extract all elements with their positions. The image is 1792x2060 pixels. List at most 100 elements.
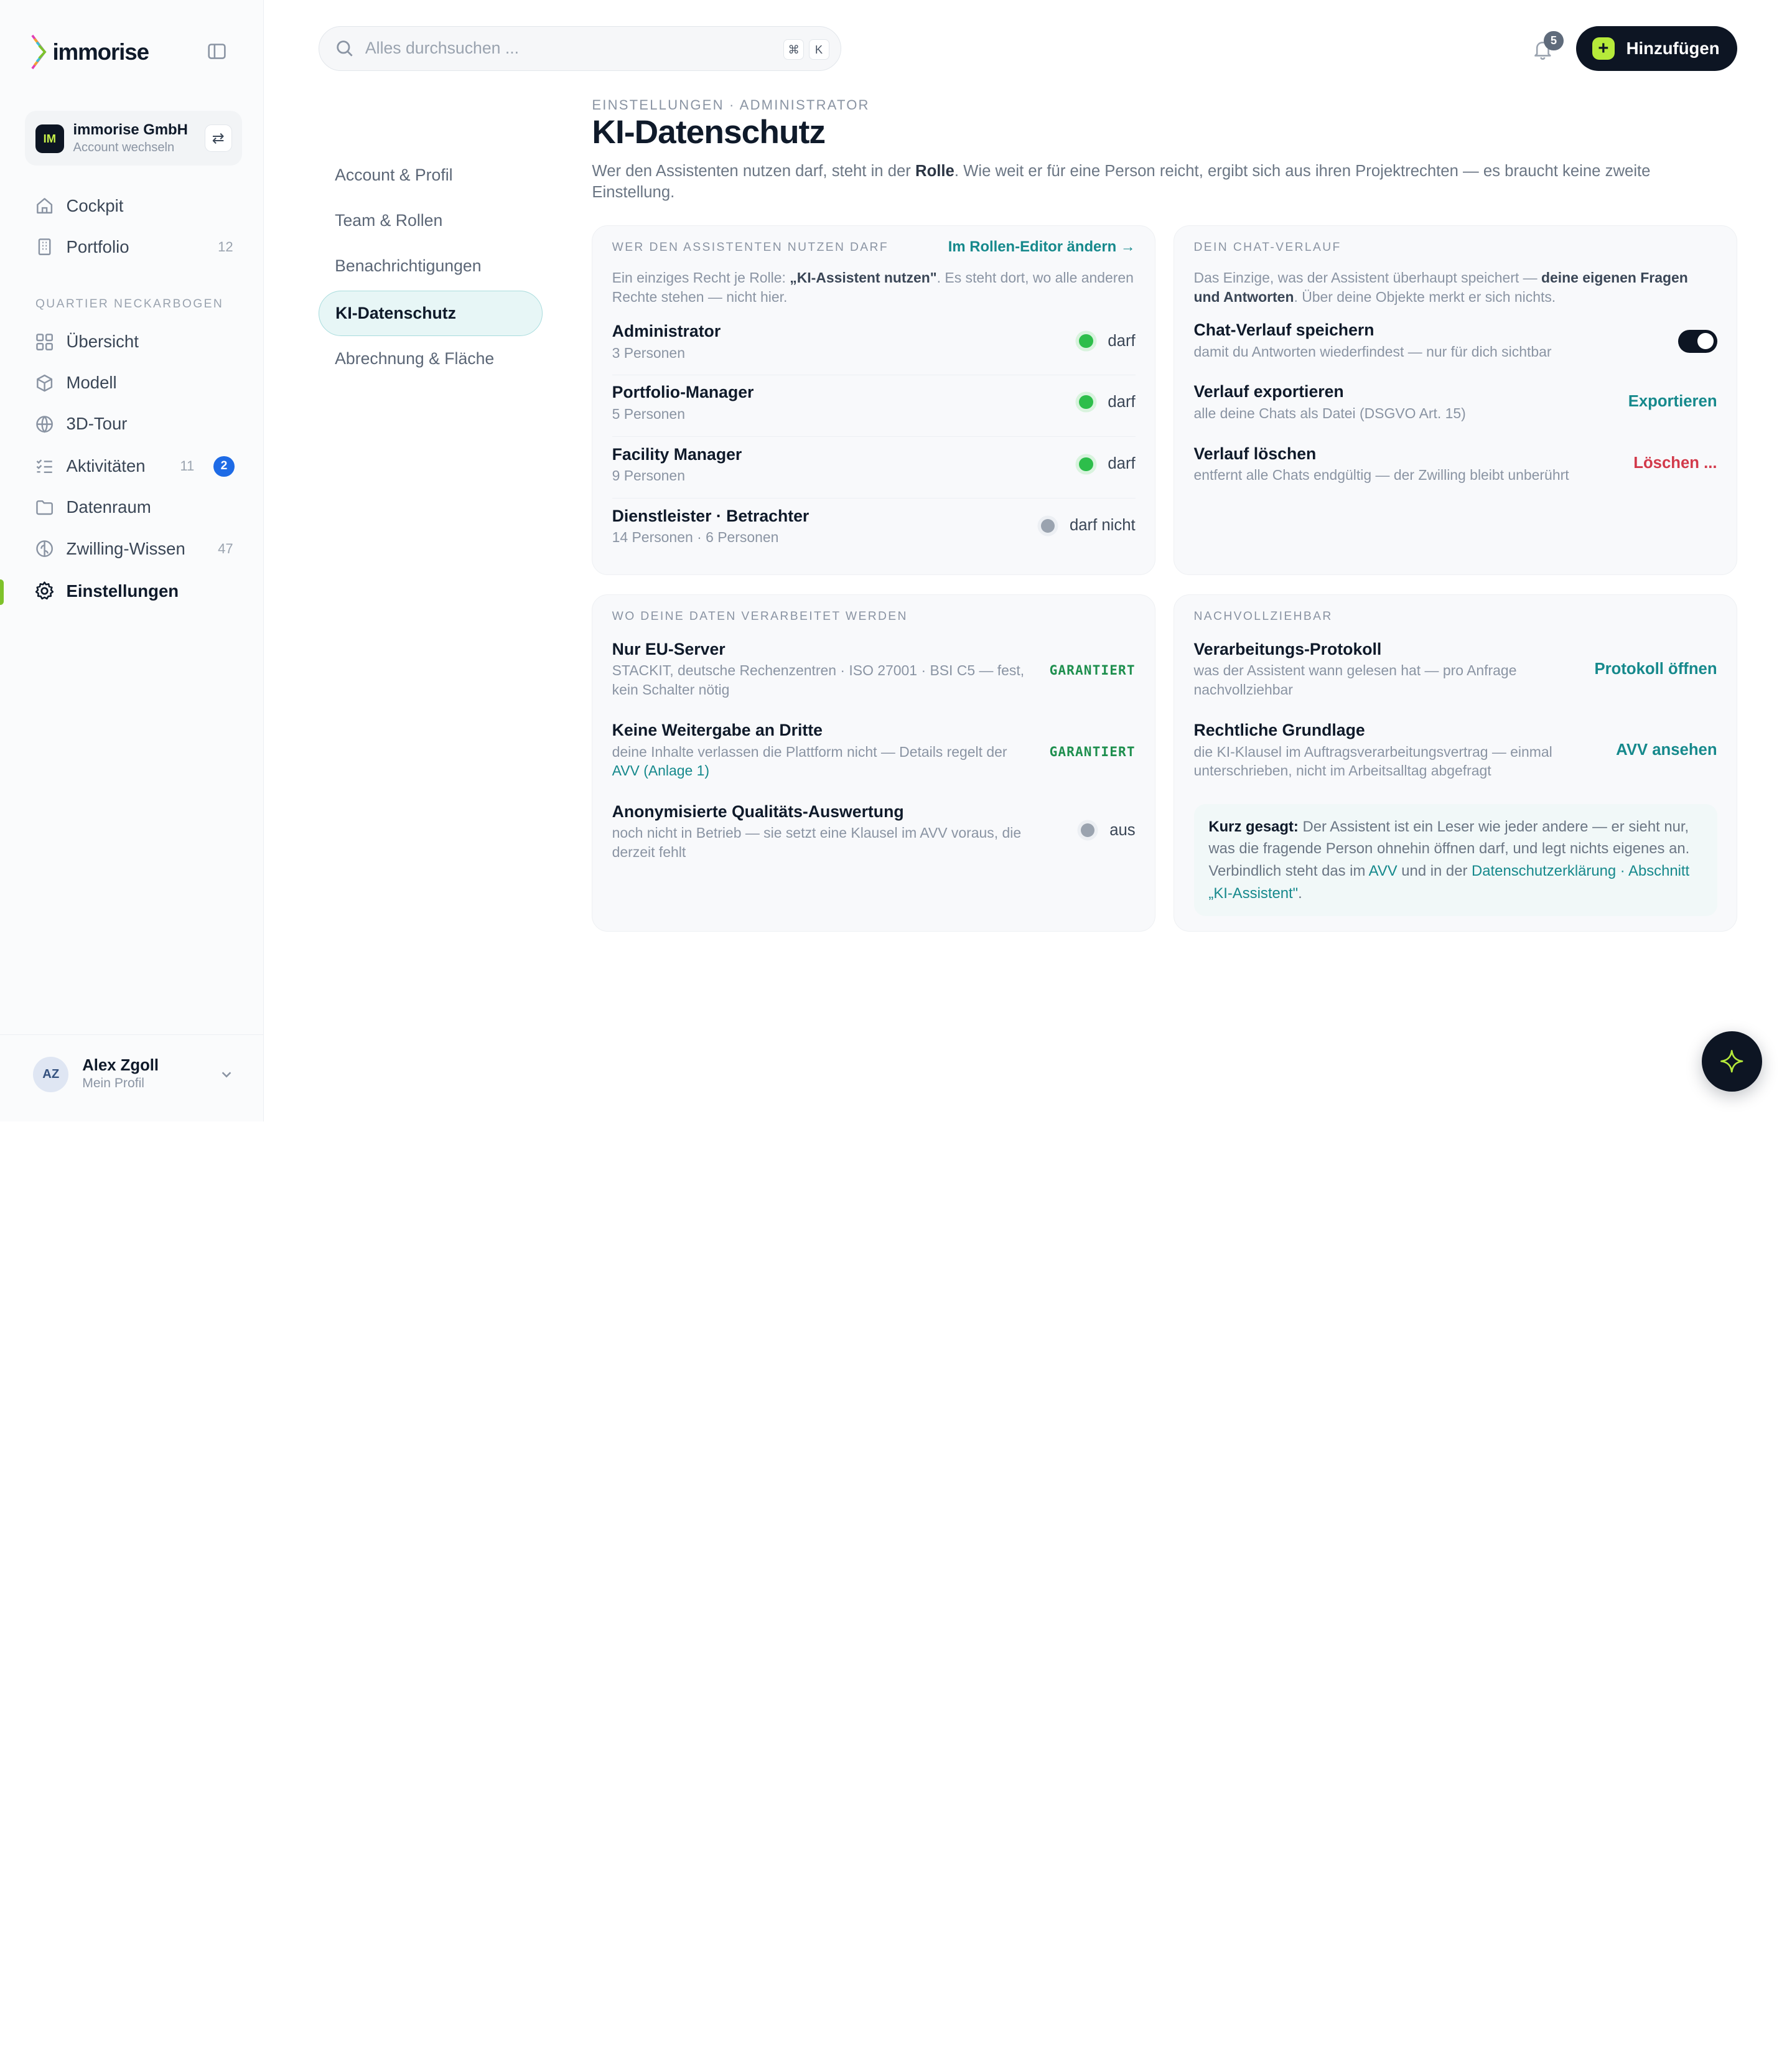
history-row: Verlauf löschen entfernt alle Chats endg… xyxy=(1194,444,1717,485)
nav-item-modell[interactable]: Modell xyxy=(25,367,242,399)
swap-icon[interactable]: ⇄ xyxy=(204,124,232,152)
export-button[interactable]: Exportieren xyxy=(1628,393,1717,411)
status-dot-icon xyxy=(1041,518,1055,533)
sidebar: immorise IM immorise GmbH Account wechse… xyxy=(0,0,264,1121)
chevron-down-icon[interactable] xyxy=(220,1067,233,1081)
card-label: NACHVOLLZIEHBAR xyxy=(1193,609,1333,623)
nav-item-einstellungen[interactable]: Einstellungen xyxy=(25,575,242,607)
avv-link[interactable]: AVV xyxy=(1369,863,1398,879)
ai-assistant-button[interactable] xyxy=(1701,1031,1763,1092)
account-name: immorise GmbH xyxy=(73,121,188,138)
account-switcher[interactable]: IM immorise GmbH Account wechseln ⇄ xyxy=(25,111,243,166)
row-title: Anonymisierte Qualitäts-Auswertung xyxy=(612,802,904,821)
status-badge: darf xyxy=(1079,332,1136,350)
status-badge: darf xyxy=(1079,455,1136,473)
nav-label: 3D-Tour xyxy=(66,414,128,434)
row-subtitle: damit du Antworten wiederfindest — nur f… xyxy=(1193,343,1552,360)
avatar: AZ xyxy=(33,1057,69,1093)
search-input[interactable]: Alles durchsuchen ... ⌘ K xyxy=(319,26,841,71)
row-subtitle: die KI-Klausel im Auftragsverarbeitungsv… xyxy=(1193,743,1552,779)
status-badge: aus xyxy=(1081,821,1136,840)
open-protocol-button[interactable]: Protokoll öffnen xyxy=(1595,660,1717,678)
subnav-account-profil[interactable]: Account & Profil xyxy=(319,152,543,197)
intro-text: Ein einziges Recht je Rolle: xyxy=(612,269,790,286)
sparkle-icon xyxy=(1720,1050,1743,1073)
brain-icon xyxy=(34,538,55,559)
logo-text: immorise xyxy=(52,39,149,65)
avv-annex-link[interactable]: AVV (Anlage 1) xyxy=(612,762,709,779)
page-description: Wer den Assistenten nutzen darf, steht i… xyxy=(592,161,1723,204)
grid-icon xyxy=(34,332,55,352)
status-text: aus xyxy=(1109,821,1136,839)
logo[interactable]: immorise xyxy=(30,34,149,70)
card-assistant-users: WER DEN ASSISTENTEN NUTZEN DARF Im Rolle… xyxy=(592,225,1155,575)
subnav-abrechnung-flaeche[interactable]: Abrechnung & Fläche xyxy=(319,336,543,382)
row-title: Rechtliche Grundlage xyxy=(1193,721,1365,740)
nav-label: Modell xyxy=(66,373,117,393)
plus-icon: + xyxy=(1592,37,1615,60)
guaranteed-badge: GARANTIERT xyxy=(1049,743,1136,759)
role-title: Portfolio-Manager xyxy=(612,383,754,402)
search-placeholder: Alles durchsuchen ... xyxy=(365,38,520,57)
row-subtitle: deine Inhalte verlassen die Plattform ni… xyxy=(612,742,1035,780)
subnav-ki-datenschutz[interactable]: KI-Datenschutz xyxy=(319,290,543,336)
nav-label: Cockpit xyxy=(66,195,124,215)
user-profile-label: Mein Profil xyxy=(82,1076,144,1091)
kbd-cmd: ⌘ xyxy=(783,39,805,60)
save-history-toggle[interactable] xyxy=(1678,329,1717,353)
nav-item-portfolio[interactable]: Portfolio 12 xyxy=(25,231,242,263)
subnav-benachrichtigungen[interactable]: Benachrichtigungen xyxy=(319,243,543,289)
card-label: DEIN CHAT-VERLAUF xyxy=(1193,240,1342,254)
role-editor-link[interactable]: Im Rollen-Editor ändern → xyxy=(948,238,1136,256)
add-button[interactable]: + Hinzufügen xyxy=(1575,26,1737,71)
subnav-team-rollen[interactable]: Team & Rollen xyxy=(319,198,543,243)
nav-item-zwilling-wissen[interactable]: Zwilling-Wissen 47 xyxy=(25,533,242,564)
role-row: Dienstleister · Betrachter 14 Personen ·… xyxy=(612,497,1136,547)
status-text: darf xyxy=(1108,332,1136,350)
history-row: Chat-Verlauf speichern damit du Antworte… xyxy=(1194,321,1717,361)
active-indicator xyxy=(0,579,4,605)
user-menu[interactable]: AZ Alex Zgoll Mein Profil xyxy=(0,1034,264,1121)
account-avatar: IM xyxy=(35,124,64,154)
view-avv-button[interactable]: AVV ansehen xyxy=(1616,741,1717,759)
role-row: Administrator 3 Personen darf xyxy=(612,322,1136,362)
search-icon xyxy=(337,40,353,57)
status-dot-icon xyxy=(1079,395,1093,410)
page-title: KI-Datenschutz xyxy=(592,113,826,151)
row-subtitle: noch nicht in Betrieb — sie setzt eine K… xyxy=(612,825,1022,860)
status-text: darf xyxy=(1108,455,1136,473)
nav-item-aktivitaeten[interactable]: Aktivitäten 11 2 xyxy=(25,451,242,482)
notification-badge: 2 xyxy=(213,456,235,477)
nav-item-cockpit[interactable]: Cockpit xyxy=(25,190,242,222)
note-text: und in der xyxy=(1397,863,1472,880)
nav-count: 11 xyxy=(180,458,195,474)
status-text: darf nicht xyxy=(1069,517,1136,535)
status-dot-icon xyxy=(1079,457,1093,471)
role-row: Portfolio-Manager 5 Personen darf xyxy=(612,374,1136,424)
nav-label: Übersicht xyxy=(66,332,139,352)
breadcrumb: EINSTELLUNGEN · ADMINISTRATOR xyxy=(592,97,870,113)
user-name: Alex Zgoll xyxy=(82,1057,159,1075)
guaranteed-badge: GARANTIERT xyxy=(1049,662,1136,678)
account-switch-label: Account wechseln xyxy=(73,140,175,154)
nav-item-datenraum[interactable]: Datenraum xyxy=(25,492,242,523)
checklist-icon xyxy=(34,456,55,477)
card-chat-history: DEIN CHAT-VERLAUF Das Einzige, was der A… xyxy=(1174,225,1737,575)
status-badge: darf nicht xyxy=(1041,517,1136,535)
gear-icon xyxy=(34,581,55,601)
delete-history-button[interactable]: Löschen ... xyxy=(1633,454,1717,472)
card-intro: Das Einzige, was der Assistent überhaupt… xyxy=(1194,268,1714,307)
nav-item-uebersicht[interactable]: Übersicht xyxy=(25,325,242,357)
row-title: Chat-Verlauf speichern xyxy=(1193,321,1374,340)
sidebar-toggle-icon[interactable] xyxy=(207,41,227,62)
nav-item-3d-tour[interactable]: 3D-Tour xyxy=(25,408,242,440)
row-subtitle: STACKIT, deutsche Rechenzentren · ISO 27… xyxy=(612,662,1025,698)
nav-section-label: QUARTIER NECKARBOGEN xyxy=(35,297,224,311)
status-badge: darf xyxy=(1079,393,1136,411)
trace-row: Verarbeitungs-Protokoll was der Assisten… xyxy=(1194,640,1717,699)
desc-text: Wer den Assistenten nutzen darf, steht i… xyxy=(592,162,916,180)
processing-row: Nur EU-Server STACKIT, deutsche Rechenze… xyxy=(612,640,1136,699)
processing-row: Anonymisierte Qualitäts-Auswertung noch … xyxy=(612,802,1136,861)
role-title: Administrator xyxy=(612,322,721,341)
nav-label: Einstellungen xyxy=(66,581,179,601)
